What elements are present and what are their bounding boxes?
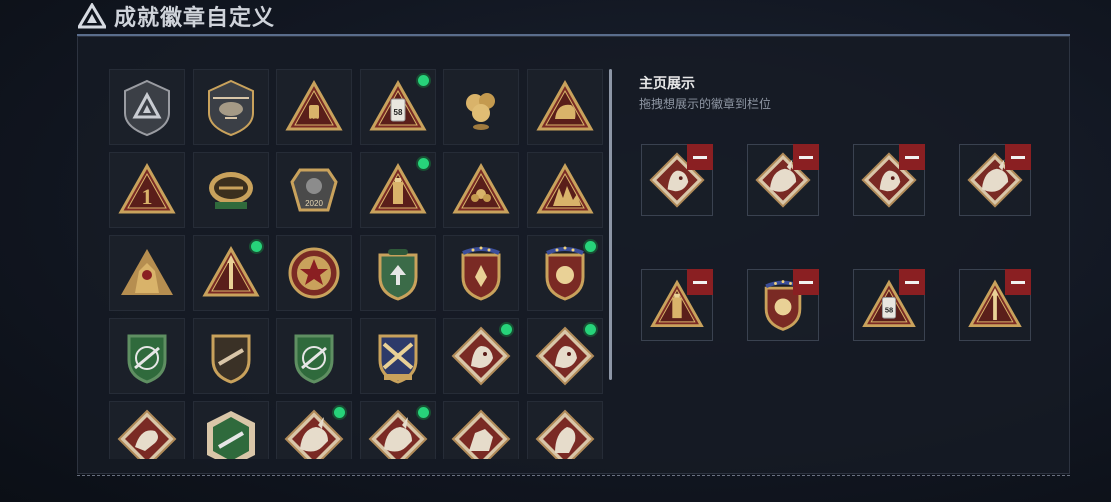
remove-icon[interactable] [793,144,819,170]
showcase-slot[interactable] [747,144,819,216]
helmet-triangle-icon [536,79,594,131]
soldiers-triangle-icon [536,162,594,214]
showcase-title: 主页展示 [639,75,695,91]
badge-cell[interactable] [527,318,603,394]
new-indicator-dot [418,407,429,418]
gold-ore-icon [466,93,495,130]
gold-ring-triangle-icon: 95 [285,79,343,131]
badge-grid: 95 58 1 2020 [109,69,604,459]
badge-cell[interactable] [276,318,352,394]
badge-cell[interactable]: 1 [109,152,185,228]
crossed-rifles-shield-icon [378,334,418,384]
svg-text:95: 95 [310,118,318,125]
badge-customize-panel: 95 58 1 2020 主页展示 拖拽想展示的徽章到栏位 58 [77,34,1070,476]
showcase-slot[interactable] [641,144,713,216]
new-indicator-dot [585,324,596,335]
svg-text:58: 58 [885,306,893,315]
stars-crest-icon [461,246,501,301]
crest-triangle-icon [121,249,173,295]
badge-cell[interactable]: 95 [276,69,352,145]
remove-icon[interactable] [1005,144,1031,170]
green-crosshair-shield-icon [127,334,167,384]
svg-text:58: 58 [394,108,403,117]
badge-cell[interactable]: 58 [360,69,436,145]
badge-cell[interactable] [360,318,436,394]
badge-cell[interactable] [360,235,436,311]
badge-cell[interactable] [193,69,269,145]
showcase-slot[interactable] [959,269,1031,341]
badge-cell[interactable] [527,401,603,459]
badge-cell[interactable] [527,235,603,311]
remove-icon[interactable] [687,269,713,295]
grey-shield-delta-icon [124,79,170,137]
badge-cell[interactable] [109,235,185,311]
new-indicator-dot [334,407,345,418]
new-indicator-dot [501,324,512,335]
badge-cell[interactable] [360,401,436,459]
badge-cell[interactable] [443,401,519,459]
beast-diamond-icon [451,409,511,459]
showcase-slot[interactable] [641,269,713,341]
badge-cell[interactable] [276,235,352,311]
badge-cell[interactable] [109,318,185,394]
remove-icon[interactable] [687,144,713,170]
new-indicator-dot [585,241,596,252]
new-indicator-dot [251,241,262,252]
badge-cell[interactable] [193,318,269,394]
badge-cell[interactable] [193,401,269,459]
green-arrow-shield-icon [378,249,418,301]
svg-text:2020: 2020 [305,199,323,208]
badge-cell[interactable]: 2020 [276,152,352,228]
badge-cell[interactable] [443,69,519,145]
green-ribbon-medal-icon [209,172,253,209]
remove-icon[interactable] [899,269,925,295]
helicopter-shield-icon [208,79,254,137]
rifle-shield-icon [211,334,251,384]
star-round-emblem-icon [288,247,340,299]
green-rifle-hexagon-icon [207,411,255,459]
badge-cell[interactable] [527,152,603,228]
remove-icon[interactable] [899,144,925,170]
showcase-slot[interactable]: 58 [853,269,925,341]
svg-text:1: 1 [142,184,153,209]
delta-logo-icon [78,3,106,29]
badge-cell[interactable] [109,69,185,145]
showcase-slot[interactable] [747,269,819,341]
page-header: 成就徽章自定义 [78,0,275,32]
showcase-slot[interactable] [853,144,925,216]
number-one-triangle-icon: 1 [118,162,176,214]
grid-scrollbar[interactable] [609,69,612,380]
horse-diamond-icon [535,409,595,459]
badge-cell[interactable] [443,152,519,228]
showcase-slot[interactable] [959,144,1031,216]
badge-cell[interactable] [276,401,352,459]
page-title: 成就徽章自定义 [114,5,276,30]
badge-cell[interactable] [527,69,603,145]
bird-diamond-icon [117,409,177,459]
green-crosshair-shield-icon [294,334,334,384]
badge-cell[interactable] [443,318,519,394]
badge-cell[interactable] [109,401,185,459]
remove-icon[interactable] [793,269,819,295]
badge-cell[interactable] [360,152,436,228]
badge-cell[interactable] [193,235,269,311]
flower-triangle-icon [452,162,510,214]
badge-cell[interactable] [443,235,519,311]
remove-icon[interactable] [1005,269,1031,295]
new-indicator-dot [418,158,429,169]
badge-cell[interactable] [193,152,269,228]
new-indicator-dot [418,75,429,86]
2020-badge-icon: 2020 [290,168,338,212]
showcase-subtitle: 拖拽想展示的徽章到栏位 [639,97,772,111]
